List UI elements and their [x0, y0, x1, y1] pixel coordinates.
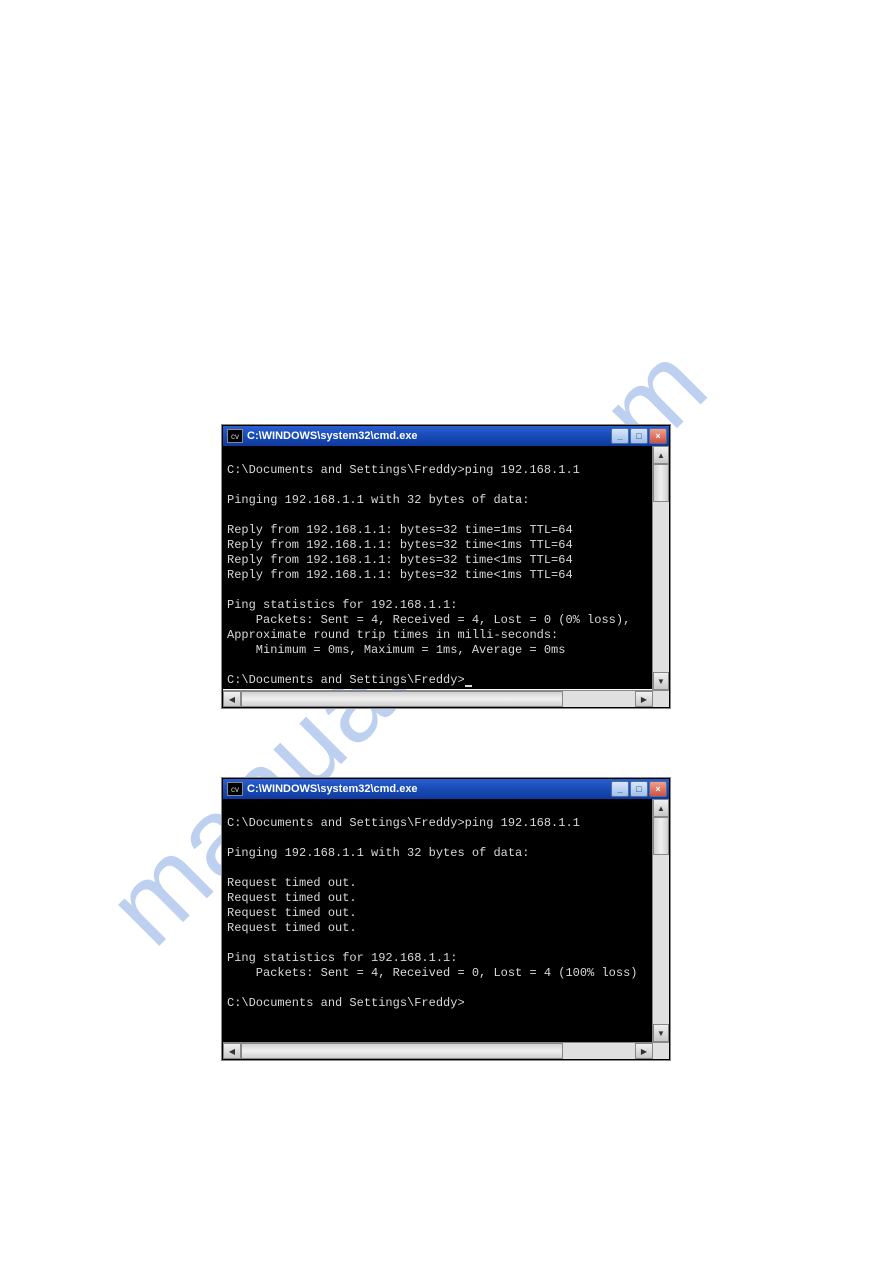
scroll-track[interactable]: [653, 464, 669, 672]
scroll-thumb[interactable]: [653, 817, 669, 855]
terminal-line: Reply from 192.168.1.1: bytes=32 time<1m…: [227, 568, 573, 582]
terminal-line: Packets: Sent = 4, Received = 0, Lost = …: [227, 966, 637, 980]
scroll-thumb[interactable]: [241, 691, 563, 707]
window-title: C:\WINDOWS\system32\cmd.exe: [247, 783, 611, 795]
scroll-left-button[interactable]: ◀: [223, 1043, 241, 1059]
scroll-left-button[interactable]: ◀: [223, 691, 241, 707]
terminal-line: C:\Documents and Settings\Freddy>ping 19…: [227, 463, 580, 477]
terminal-line: Request timed out.: [227, 906, 357, 920]
terminal-line: Approximate round trip times in milli-se…: [227, 628, 558, 642]
cursor-icon: [465, 685, 472, 687]
terminal-line: Packets: Sent = 4, Received = 4, Lost = …: [227, 613, 630, 627]
titlebar[interactable]: cv C:\WINDOWS\system32\cmd.exe _ □ ×: [223, 426, 669, 446]
terminal-line: Request timed out.: [227, 921, 357, 935]
terminal-line: Reply from 192.168.1.1: bytes=32 time<1m…: [227, 553, 573, 567]
close-button[interactable]: ×: [649, 781, 667, 797]
maximize-button[interactable]: □: [630, 428, 648, 444]
window-controls: _ □ ×: [611, 428, 667, 444]
scroll-track[interactable]: [241, 691, 635, 707]
terminal-line: Minimum = 0ms, Maximum = 1ms, Average = …: [227, 643, 565, 657]
scroll-down-button[interactable]: ▼: [653, 672, 669, 690]
scroll-up-button[interactable]: ▲: [653, 799, 669, 817]
scroll-corner: [652, 690, 669, 707]
scroll-track[interactable]: [241, 1043, 635, 1059]
terminal-line: C:\Documents and Settings\Freddy>: [227, 996, 465, 1010]
scroll-right-button[interactable]: ▶: [635, 1043, 653, 1059]
terminal-line: Request timed out.: [227, 876, 357, 890]
scroll-right-button[interactable]: ▶: [635, 691, 653, 707]
terminal-line: C:\Documents and Settings\Freddy>: [227, 673, 465, 687]
cmd-window-timeout: cv C:\WINDOWS\system32\cmd.exe _ □ × C:\…: [222, 778, 670, 1060]
window-title: C:\WINDOWS\system32\cmd.exe: [247, 430, 611, 442]
minimize-button[interactable]: _: [611, 781, 629, 797]
minimize-button[interactable]: _: [611, 428, 629, 444]
scroll-track[interactable]: [653, 817, 669, 1024]
terminal-line: Pinging 192.168.1.1 with 32 bytes of dat…: [227, 846, 529, 860]
scroll-corner: [652, 1042, 669, 1059]
scroll-thumb[interactable]: [653, 464, 669, 502]
terminal-line: Request timed out.: [227, 891, 357, 905]
terminal-line: Pinging 192.168.1.1 with 32 bytes of dat…: [227, 493, 529, 507]
vertical-scrollbar[interactable]: ▲ ▼: [652, 446, 669, 690]
terminal-line: Ping statistics for 192.168.1.1:: [227, 951, 457, 965]
cmd-icon: cv: [227, 782, 243, 796]
window-controls: _ □ ×: [611, 781, 667, 797]
terminal-output: C:\Documents and Settings\Freddy>ping 19…: [223, 799, 669, 1029]
cmd-window-success: cv C:\WINDOWS\system32\cmd.exe _ □ × C:\…: [222, 425, 670, 708]
scroll-up-button[interactable]: ▲: [653, 446, 669, 464]
maximize-button[interactable]: □: [630, 781, 648, 797]
horizontal-scrollbar[interactable]: ◀ ▶: [223, 1042, 653, 1059]
terminal-line: Reply from 192.168.1.1: bytes=32 time<1m…: [227, 538, 573, 552]
terminal-line: Reply from 192.168.1.1: bytes=32 time=1m…: [227, 523, 573, 537]
scroll-thumb[interactable]: [241, 1043, 563, 1059]
scroll-down-button[interactable]: ▼: [653, 1024, 669, 1042]
titlebar[interactable]: cv C:\WINDOWS\system32\cmd.exe _ □ ×: [223, 779, 669, 799]
horizontal-scrollbar[interactable]: ◀ ▶: [223, 690, 653, 707]
close-button[interactable]: ×: [649, 428, 667, 444]
terminal-line: C:\Documents and Settings\Freddy>ping 19…: [227, 816, 580, 830]
vertical-scrollbar[interactable]: ▲ ▼: [652, 799, 669, 1042]
cmd-icon: cv: [227, 429, 243, 443]
terminal-output: C:\Documents and Settings\Freddy>ping 19…: [223, 446, 669, 689]
terminal-line: Ping statistics for 192.168.1.1:: [227, 598, 457, 612]
